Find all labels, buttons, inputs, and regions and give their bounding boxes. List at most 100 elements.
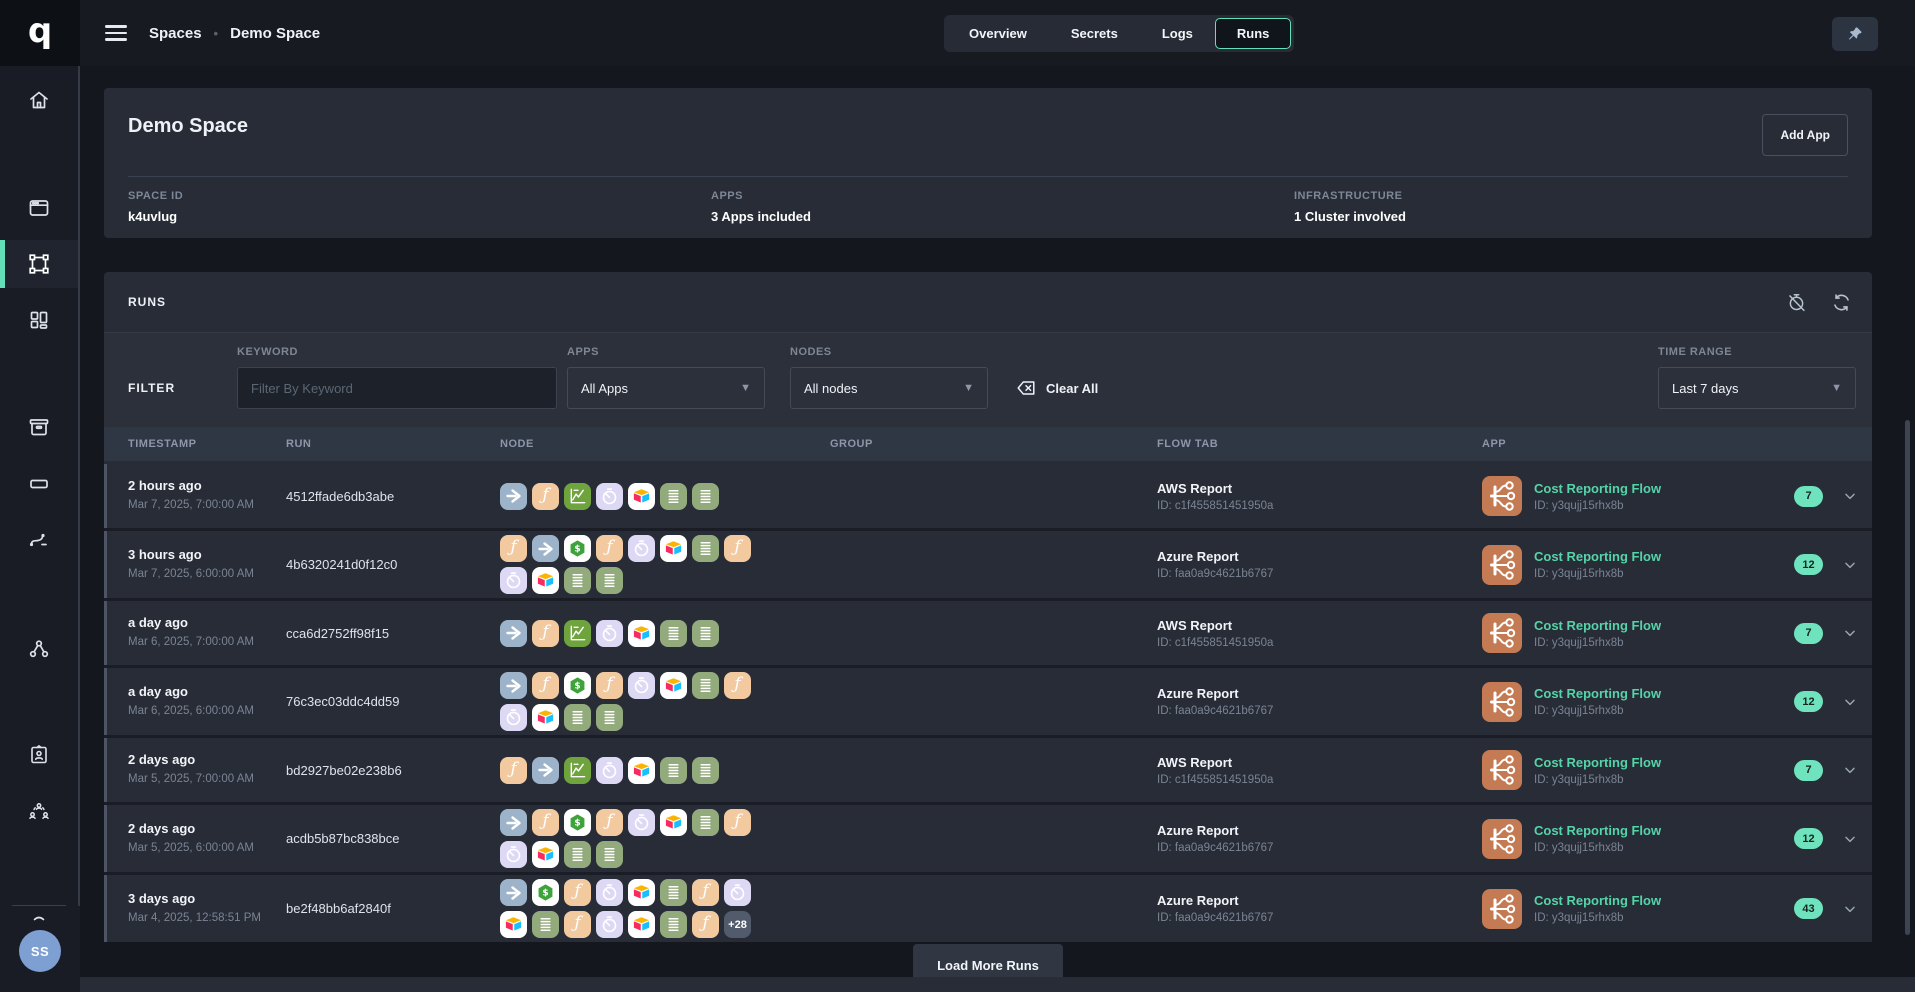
tab-runs[interactable]: Runs: [1215, 18, 1292, 49]
chevron-down-icon[interactable]: [1842, 625, 1858, 641]
list-node-icon[interactable]: [692, 672, 719, 699]
airtable-node-icon[interactable]: [532, 567, 559, 594]
sidebar-item-contacts[interactable]: [0, 731, 78, 779]
table-row[interactable]: 2 days ago Mar 5, 2025, 6:00:00 AM acdb5…: [104, 805, 1872, 872]
list-node-icon[interactable]: [692, 757, 719, 784]
vertical-scrollbar[interactable]: [1905, 420, 1910, 935]
list-node-icon[interactable]: [660, 483, 687, 510]
function-node-icon[interactable]: ƒ: [500, 535, 527, 562]
airtable-node-icon[interactable]: [660, 535, 687, 562]
sidebar-item-blocks[interactable]: [0, 296, 78, 344]
list-node-icon[interactable]: [564, 841, 591, 868]
list-node-icon[interactable]: [564, 567, 591, 594]
dollar-node-icon[interactable]: $: [564, 809, 591, 836]
sidebar-item-spaces[interactable]: [0, 240, 78, 288]
apps-select[interactable]: All Apps ▼: [567, 367, 765, 409]
transfer-node-icon[interactable]: [500, 879, 527, 906]
breadcrumb-root[interactable]: Spaces: [149, 25, 202, 42]
sidebar-item-button[interactable]: [0, 460, 78, 508]
list-node-icon[interactable]: [692, 809, 719, 836]
list-node-icon[interactable]: [532, 911, 559, 938]
transfer-node-icon[interactable]: [500, 483, 527, 510]
tab-secrets[interactable]: Secrets: [1049, 18, 1140, 49]
function-node-icon[interactable]: ƒ: [564, 911, 591, 938]
airtable-node-icon[interactable]: [628, 620, 655, 647]
table-row[interactable]: 3 days ago Mar 4, 2025, 12:58:51 PM be2f…: [104, 875, 1872, 942]
chart-node-icon[interactable]: [564, 483, 591, 510]
list-node-icon[interactable]: [692, 483, 719, 510]
airtable-node-icon[interactable]: [660, 672, 687, 699]
row-app-link[interactable]: Cost Reporting Flow: [1534, 823, 1661, 838]
refresh-button[interactable]: [1831, 292, 1852, 313]
function-node-icon[interactable]: ƒ: [724, 672, 751, 699]
function-node-icon[interactable]: ƒ: [532, 672, 559, 699]
pin-button[interactable]: [1832, 17, 1878, 51]
row-app-link[interactable]: Cost Reporting Flow: [1534, 893, 1661, 908]
list-node-icon[interactable]: [596, 704, 623, 731]
chart-node-icon[interactable]: [564, 757, 591, 784]
function-node-icon[interactable]: ƒ: [692, 911, 719, 938]
sidebar-item-apps[interactable]: [0, 184, 78, 232]
keyword-input[interactable]: [237, 367, 557, 409]
table-row[interactable]: a day ago Mar 6, 2025, 6:00:00 AM 76c3ec…: [104, 668, 1872, 735]
chevron-down-icon[interactable]: [1842, 557, 1858, 573]
list-node-icon[interactable]: [660, 911, 687, 938]
timer-node-icon[interactable]: [596, 620, 623, 647]
list-node-icon[interactable]: [596, 567, 623, 594]
function-node-icon[interactable]: ƒ: [500, 757, 527, 784]
list-node-icon[interactable]: [660, 620, 687, 647]
function-node-icon[interactable]: ƒ: [596, 672, 623, 699]
sidebar-item-archive[interactable]: [0, 403, 78, 451]
time-range-select[interactable]: Last 7 days ▼: [1658, 367, 1856, 409]
function-node-icon[interactable]: ƒ: [532, 620, 559, 647]
transfer-node-icon[interactable]: [500, 809, 527, 836]
timer-node-icon[interactable]: [500, 567, 527, 594]
function-node-icon[interactable]: ƒ: [596, 809, 623, 836]
nodes-select[interactable]: All nodes ▼: [790, 367, 988, 409]
row-app-link[interactable]: Cost Reporting Flow: [1534, 755, 1661, 770]
row-app-link[interactable]: Cost Reporting Flow: [1534, 481, 1661, 496]
list-node-icon[interactable]: [660, 879, 687, 906]
row-app-link[interactable]: Cost Reporting Flow: [1534, 549, 1661, 564]
list-node-icon[interactable]: [660, 757, 687, 784]
clear-all-button[interactable]: Clear All: [1005, 367, 1108, 409]
sidebar-item-community[interactable]: [0, 787, 78, 835]
list-node-icon[interactable]: [692, 535, 719, 562]
timer-off-button[interactable]: [1786, 292, 1807, 313]
airtable-node-icon[interactable]: [628, 483, 655, 510]
dollar-node-icon[interactable]: $: [564, 672, 591, 699]
list-node-icon[interactable]: [596, 841, 623, 868]
avatar[interactable]: SS: [19, 930, 61, 972]
dollar-node-icon[interactable]: $: [532, 879, 559, 906]
chevron-down-icon[interactable]: [1842, 831, 1858, 847]
function-node-icon[interactable]: ƒ: [596, 535, 623, 562]
row-app-link[interactable]: Cost Reporting Flow: [1534, 618, 1661, 633]
function-node-icon[interactable]: ƒ: [564, 879, 591, 906]
timer-node-icon[interactable]: [596, 879, 623, 906]
airtable-node-icon[interactable]: [628, 757, 655, 784]
timer-node-icon[interactable]: [500, 704, 527, 731]
sidebar-item-flows[interactable]: [0, 516, 78, 564]
airtable-node-icon[interactable]: [628, 879, 655, 906]
chevron-down-icon[interactable]: [1842, 901, 1858, 917]
timer-node-icon[interactable]: [500, 841, 527, 868]
timer-node-icon[interactable]: [596, 757, 623, 784]
timer-node-icon[interactable]: [596, 911, 623, 938]
app-logo[interactable]: q: [0, 0, 80, 66]
more-nodes-badge[interactable]: +28: [724, 911, 751, 938]
function-node-icon[interactable]: ƒ: [724, 535, 751, 562]
chevron-down-icon[interactable]: [1842, 694, 1858, 710]
timer-node-icon[interactable]: [628, 672, 655, 699]
chevron-down-icon[interactable]: [1842, 488, 1858, 504]
chart-node-icon[interactable]: [564, 620, 591, 647]
airtable-node-icon[interactable]: [532, 841, 559, 868]
add-app-button[interactable]: Add App: [1762, 114, 1848, 156]
table-row[interactable]: a day ago Mar 6, 2025, 7:00:00 AM cca6d2…: [104, 601, 1872, 665]
airtable-node-icon[interactable]: [660, 809, 687, 836]
sidebar-item-hierarchy[interactable]: [0, 625, 78, 673]
tab-overview[interactable]: Overview: [947, 18, 1049, 49]
table-row[interactable]: 2 days ago Mar 5, 2025, 7:00:00 AM bd292…: [104, 738, 1872, 802]
hamburger-menu-icon[interactable]: [105, 21, 127, 45]
list-node-icon[interactable]: [564, 704, 591, 731]
transfer-node-icon[interactable]: [500, 620, 527, 647]
